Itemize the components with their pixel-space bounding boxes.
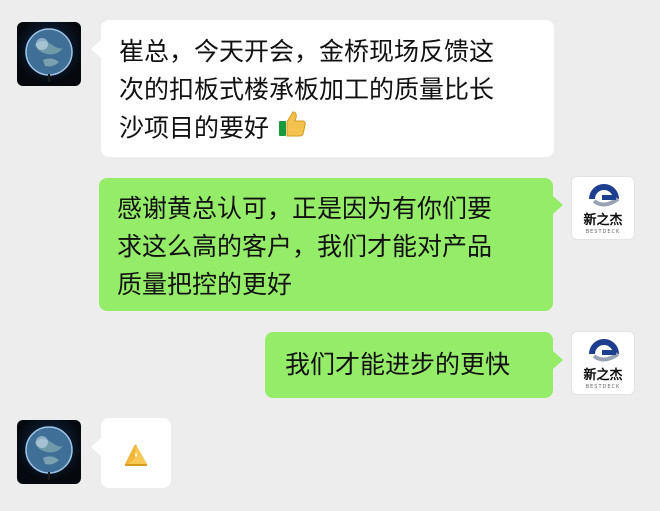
message-bubble-incoming[interactable] [101,418,171,488]
message-row-contact: 崔总，今天开会，金桥现场反馈这 次的扣板式楼承板加工的质量比长 沙项目的要好 [0,0,660,160]
bestdeck-logo-icon [589,184,620,207]
contact-avatar[interactable] [17,22,81,86]
folded-hands-icon [119,436,153,481]
message-text-line: 沙项目的要好 [119,113,270,143]
logo-text: 新之杰 [583,368,623,383]
self-avatar[interactable]: 新之杰 BESTDECK [571,331,635,395]
contact-avatar[interactable] [17,420,81,484]
thumbs-up-icon [277,109,307,150]
message-text-line: 感谢黄总认可，正是因为有你们要 [117,194,493,223]
message-row-contact [0,405,660,511]
logo-subtext: BESTDECK [585,384,621,390]
logo-subtext: BESTDECK [585,229,621,235]
message-row-self: 感谢黄总认可，正是因为有你们要 求这么高的客户，我们才能对产品 质量把控的更好 … [0,170,660,315]
message-bubble-incoming[interactable]: 崔总，今天开会，金桥现场反馈这 次的扣板式楼承板加工的质量比长 沙项目的要好 [101,20,554,157]
logo-text: 新之杰 [583,213,623,228]
message-text-line: 质量把控的更好 [117,270,293,299]
message-bubble-outgoing[interactable]: 感谢黄总认可，正是因为有你们要 求这么高的客户，我们才能对产品 质量把控的更好 [99,178,553,311]
message-bubble-outgoing[interactable]: 我们才能进步的更快 [265,332,553,398]
message-text-line: 次的扣板式楼承板加工的质量比长 [119,75,495,104]
message-row-self: 我们才能进步的更快 新之杰 BESTDECK [0,325,660,405]
message-text-line: 我们才能进步的更快 [285,350,511,379]
message-text-line: 崔总，今天开会，金桥现场反馈这 [119,37,495,66]
bestdeck-logo-icon [589,339,620,362]
earth-avatar-icon [25,28,73,82]
message-text-line: 求这么高的客户，我们才能对产品 [117,232,493,261]
self-avatar[interactable]: 新之杰 BESTDECK [571,176,635,240]
earth-avatar-icon [25,426,73,480]
